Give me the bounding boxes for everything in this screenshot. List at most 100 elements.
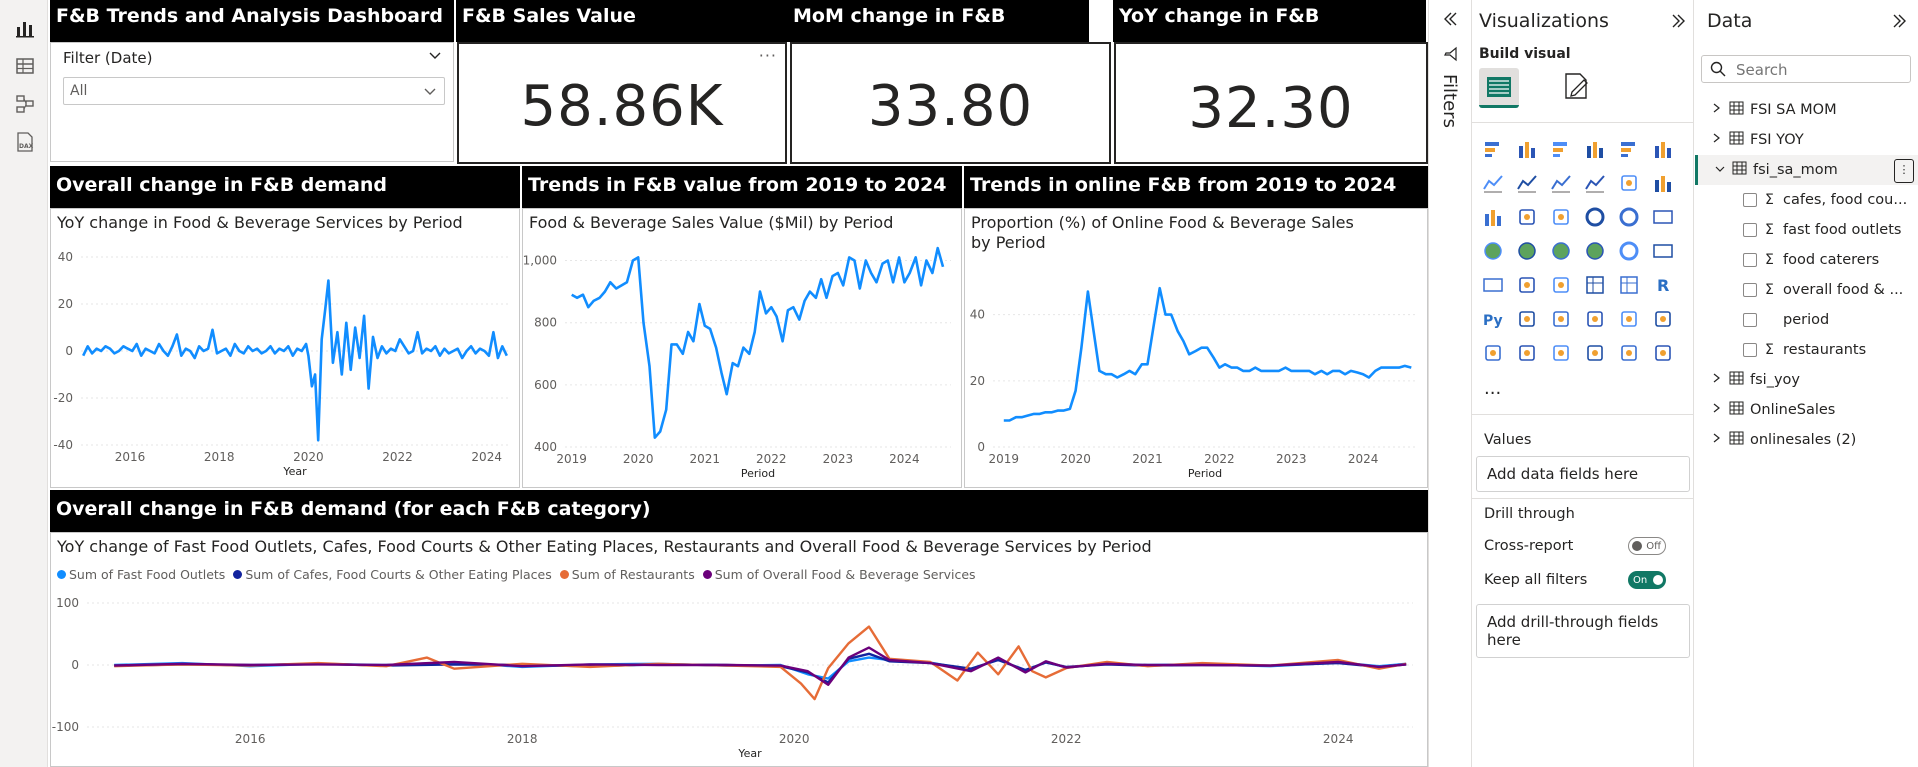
chevron-up-icon[interactable]: [427, 47, 443, 67]
scatter-icon[interactable]: [1548, 204, 1574, 230]
field-checkbox[interactable]: [1743, 313, 1757, 327]
build-visual-tab-icon[interactable]: [1479, 68, 1519, 108]
kpi-card-sales[interactable]: ··· 58.86K: [457, 42, 787, 164]
search-input[interactable]: [1734, 59, 1908, 81]
kpi-card-yoy[interactable]: 32.30: [1114, 42, 1428, 164]
field-row[interactable]: Σcafes, food cou...: [1695, 185, 1918, 215]
power-automate-icon[interactable]: [1548, 340, 1574, 366]
data-search-box[interactable]: [1701, 55, 1911, 83]
100-column-icon[interactable]: [1650, 136, 1676, 162]
pie-chart-icon[interactable]: [1582, 204, 1608, 230]
chevron-down-icon[interactable]: [1714, 162, 1728, 178]
chart-yoy-fb[interactable]: YoY change in Food & Beverage Services b…: [50, 208, 520, 488]
field-checkbox[interactable]: [1743, 343, 1757, 357]
more-options-icon[interactable]: ⋮: [1894, 159, 1914, 183]
filter-dropdown[interactable]: All: [63, 77, 445, 105]
treemap-icon[interactable]: [1480, 238, 1506, 264]
field-row[interactable]: Σfood caterers: [1695, 245, 1918, 275]
ribbon-chart-icon[interactable]: [1582, 170, 1608, 196]
map-icon[interactable]: [1514, 238, 1540, 264]
gauge-icon[interactable]: [1616, 238, 1642, 264]
matrix-icon[interactable]: [1616, 272, 1642, 298]
values-drop-zone[interactable]: Add data fields here: [1476, 456, 1690, 492]
expand-filters-icon[interactable]: [1441, 10, 1459, 32]
table-icon[interactable]: [1582, 272, 1608, 298]
series-line[interactable]: [1003, 286, 1412, 422]
stacked-area-icon[interactable]: [1548, 170, 1574, 196]
table-row-selected[interactable]: fsi_sa_mom ⋮: [1695, 155, 1918, 185]
chevron-right-icon[interactable]: [1711, 432, 1725, 448]
qa-icon[interactable]: [1582, 306, 1608, 332]
kpi-icon[interactable]: [1514, 272, 1540, 298]
model-view-icon[interactable]: [11, 90, 39, 118]
series-line[interactable]: [114, 656, 1407, 680]
chevron-right-icon[interactable]: [1711, 132, 1725, 148]
more-visuals-button[interactable]: ...: [1484, 378, 1501, 399]
python-visual-icon[interactable]: Py: [1480, 306, 1506, 332]
filled-map-icon[interactable]: [1548, 238, 1574, 264]
azure-map-icon[interactable]: [1582, 238, 1608, 264]
chevron-right-icon[interactable]: [1711, 402, 1725, 418]
dax-query-icon[interactable]: DAX: [11, 128, 39, 156]
clustered-bar-icon[interactable]: [1548, 136, 1574, 162]
more-options-icon[interactable]: ···: [759, 46, 777, 65]
collapse-data-icon[interactable]: [1891, 12, 1909, 34]
cross-report-toggle[interactable]: Off: [1628, 537, 1666, 555]
field-row[interactable]: Σoverall food & ...: [1695, 275, 1918, 305]
date-filter-slicer[interactable]: Filter (Date) All: [50, 42, 454, 162]
decomposition-tree-icon[interactable]: [1548, 306, 1574, 332]
report-view-icon[interactable]: [11, 14, 39, 42]
chevron-right-icon[interactable]: [1711, 102, 1725, 118]
table-row[interactable]: FSI SA MOM: [1695, 95, 1918, 125]
chart-category-yoy[interactable]: YoY change of Fast Food Outlets, Cafes, …: [50, 532, 1428, 767]
legend-item[interactable]: Sum of Overall Food & Beverage Services: [702, 567, 976, 582]
metrics-icon[interactable]: [1582, 340, 1608, 366]
table-row[interactable]: FSI YOY: [1695, 125, 1918, 155]
legend-item[interactable]: Sum of Restaurants: [559, 567, 695, 582]
series-line[interactable]: [114, 652, 1407, 684]
table-view-icon[interactable]: [11, 52, 39, 80]
kpi-card-mom[interactable]: 33.80: [790, 42, 1111, 164]
diamond-visual-icon[interactable]: [1616, 340, 1642, 366]
filters-pane[interactable]: Filters: [1428, 0, 1472, 767]
100-bar-icon[interactable]: [1616, 136, 1642, 162]
chevron-right-icon[interactable]: [1711, 372, 1725, 388]
card-icon[interactable]: [1650, 204, 1676, 230]
legend-item[interactable]: Sum of Fast Food Outlets: [57, 567, 225, 582]
format-visual-tab-icon[interactable]: [1560, 70, 1592, 106]
paginated-report-icon[interactable]: [1480, 340, 1506, 366]
stacked-bar-icon[interactable]: [1480, 136, 1506, 162]
donut-chart-icon[interactable]: [1616, 204, 1642, 230]
series-line[interactable]: [114, 646, 1407, 687]
line-chart-icon[interactable]: [1480, 170, 1506, 196]
number-card-icon[interactable]: [1650, 238, 1676, 264]
table-row[interactable]: OnlineSales: [1695, 395, 1918, 425]
line-stacked-column-icon[interactable]: [1480, 204, 1506, 230]
field-row[interactable]: period: [1695, 305, 1918, 335]
table-row[interactable]: fsi_yoy: [1695, 365, 1918, 395]
field-checkbox[interactable]: [1743, 223, 1757, 237]
line-column-icon[interactable]: [1650, 170, 1676, 196]
funnel-icon[interactable]: [1514, 204, 1540, 230]
chart-fb-sales[interactable]: Food & Beverage Sales Value ($Mil) by Pe…: [522, 208, 962, 488]
stacked-column-icon[interactable]: [1514, 136, 1540, 162]
slicer-icon[interactable]: [1548, 272, 1574, 298]
table-row[interactable]: onlinesales (2): [1695, 425, 1918, 455]
field-checkbox[interactable]: [1743, 253, 1757, 267]
clustered-column-icon[interactable]: [1582, 136, 1608, 162]
field-checkbox[interactable]: [1743, 193, 1757, 207]
narrative-icon[interactable]: [1616, 306, 1642, 332]
goals-icon[interactable]: [1650, 306, 1676, 332]
field-checkbox[interactable]: [1743, 283, 1757, 297]
area-chart-icon[interactable]: [1514, 170, 1540, 196]
r-visual-icon[interactable]: R: [1650, 272, 1676, 298]
series-line[interactable]: [114, 625, 1407, 701]
keep-filters-toggle[interactable]: On: [1628, 571, 1666, 589]
collapse-pane-icon[interactable]: [1670, 12, 1688, 34]
legend-item[interactable]: Sum of Cafes, Food Courts & Other Eating…: [233, 567, 552, 582]
drill-through-drop-zone[interactable]: Add drill-through fields here: [1476, 604, 1690, 658]
field-row[interactable]: Σfast food outlets: [1695, 215, 1918, 245]
waterfall-icon[interactable]: [1616, 170, 1642, 196]
chart-online-fb[interactable]: Proportion (%) of Online Food & Beverage…: [964, 208, 1428, 488]
multi-row-card-icon[interactable]: [1480, 272, 1506, 298]
